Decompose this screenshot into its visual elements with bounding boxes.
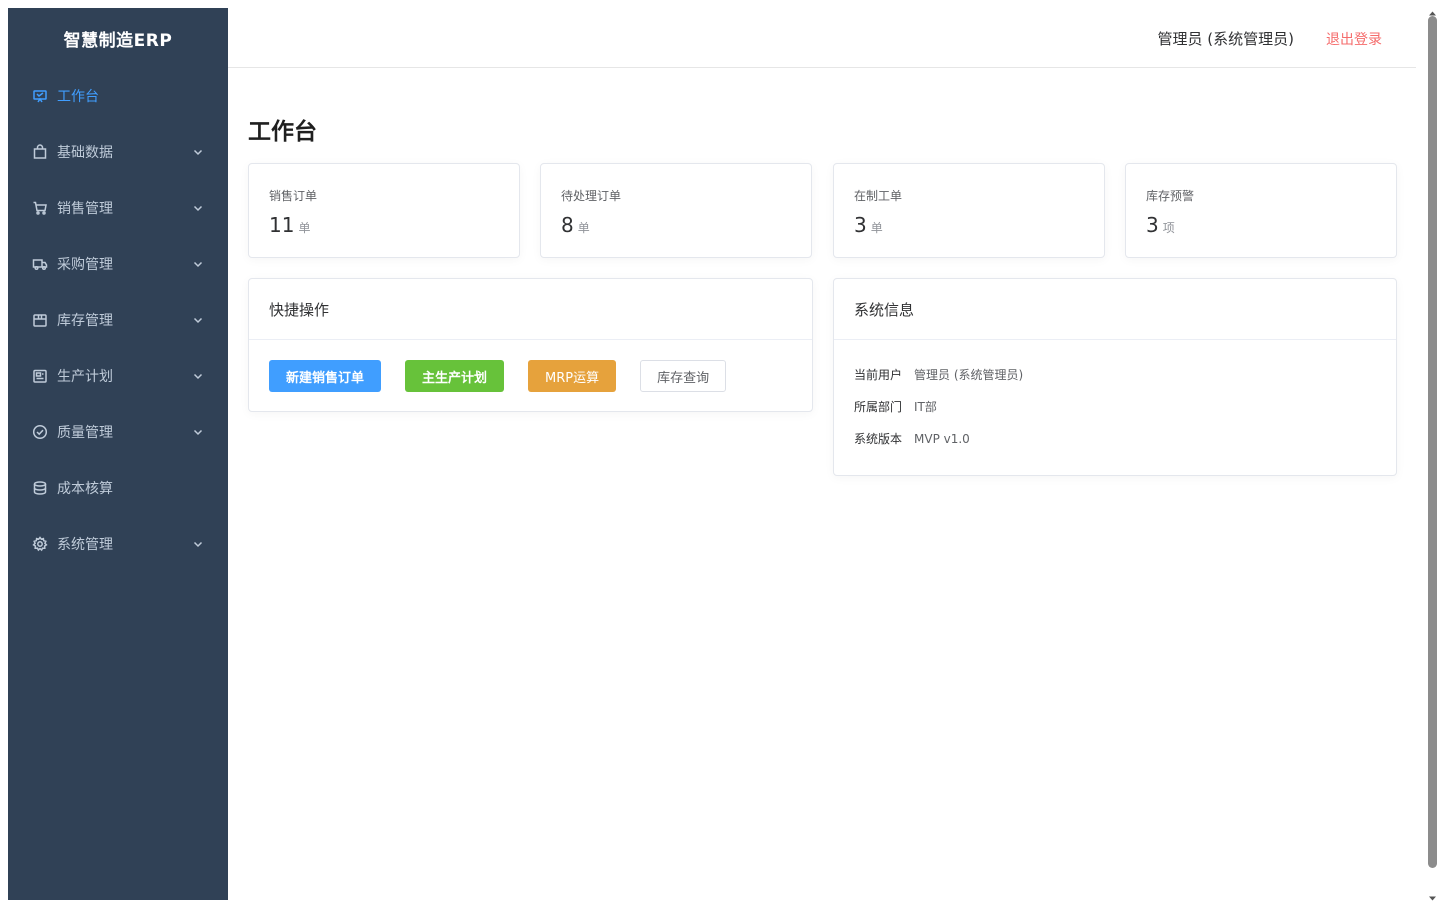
cart-icon xyxy=(32,200,48,216)
sidebar-item-base-data[interactable]: 基础数据 xyxy=(8,124,228,180)
info-key: 系统版本 xyxy=(854,432,903,446)
scroll-up-arrow-icon[interactable] xyxy=(1428,3,1437,16)
monitor-icon xyxy=(32,88,48,104)
stat-label: 在制工单 xyxy=(854,189,903,203)
scrollbar-thumb[interactable] xyxy=(1428,16,1437,868)
sidebar-item-cost[interactable]: 成本核算 xyxy=(8,460,228,516)
info-row-department: 所属部门 IT部 xyxy=(854,398,937,415)
current-user: 管理员 (系统管理员) xyxy=(1157,30,1294,48)
page-title: 工作台 xyxy=(248,119,317,145)
stat-unit: 单 xyxy=(298,221,311,235)
top-header: 管理员 (系统管理员) 退出登录 xyxy=(228,8,1416,68)
check-circle-icon xyxy=(32,424,48,440)
truck-icon xyxy=(32,256,48,272)
info-key: 当前用户 xyxy=(854,368,903,382)
chevron-down-icon xyxy=(192,370,204,382)
stat-card-sales-orders: 销售订单 11 单 xyxy=(248,163,520,258)
sidebar-item-dashboard[interactable]: 工作台 xyxy=(8,68,228,124)
sidebar-item-label: 成本核算 xyxy=(57,481,113,497)
sidebar-item-inventory[interactable]: 库存管理 xyxy=(8,292,228,348)
sidebar-item-label: 库存管理 xyxy=(57,313,113,329)
scroll-down-arrow-icon[interactable] xyxy=(1428,888,1437,901)
gear-icon xyxy=(32,536,48,552)
master-production-plan-button[interactable]: 主生产计划 xyxy=(405,360,505,392)
sidebar-item-label: 基础数据 xyxy=(57,145,113,161)
calendar-icon xyxy=(32,368,48,384)
sidebar-item-system[interactable]: 系统管理 xyxy=(8,516,228,572)
chevron-down-icon xyxy=(192,314,204,326)
info-row-version: 系统版本 MVP v1.0 xyxy=(854,430,970,447)
sidebar-item-label: 销售管理 xyxy=(57,201,113,217)
stat-label: 库存预警 xyxy=(1146,189,1195,203)
system-info-panel: 系统信息 当前用户 管理员 (系统管理员) 所属部门 IT部 系统版本 MVP v1.… xyxy=(833,278,1397,476)
stat-unit: 单 xyxy=(870,221,883,235)
sidebar: 智慧制造ERP 工作台 基础数据 销售管理 采购管理 库存管理 生产计划 质量管… xyxy=(8,8,228,900)
chevron-down-icon xyxy=(192,146,204,158)
stat-value: 3单 xyxy=(854,213,883,237)
chevron-down-icon xyxy=(192,202,204,214)
chevron-down-icon xyxy=(192,538,204,550)
stat-unit: 单 xyxy=(577,221,590,235)
sidebar-item-production[interactable]: 生产计划 xyxy=(8,348,228,404)
stat-value: 11 单 xyxy=(269,213,311,237)
sidebar-item-label: 生产计划 xyxy=(57,369,113,385)
stat-value: 8单 xyxy=(561,213,590,237)
logout-button[interactable]: 退出登录 xyxy=(1326,29,1382,49)
stat-label: 销售订单 xyxy=(269,189,318,203)
mrp-run-button[interactable]: MRP运算 xyxy=(528,360,617,392)
sidebar-item-quality[interactable]: 质量管理 xyxy=(8,404,228,460)
chevron-down-icon xyxy=(192,426,204,438)
sidebar-item-sales[interactable]: 销售管理 xyxy=(8,180,228,236)
quick-actions-panel: 快捷操作 新建销售订单 主生产计划 MRP运算 库存查询 xyxy=(248,278,813,412)
info-value: MVP v1.0 xyxy=(914,432,970,446)
inventory-query-button[interactable]: 库存查询 xyxy=(640,360,727,392)
sidebar-item-label: 工作台 xyxy=(57,89,99,105)
vertical-scrollbar[interactable] xyxy=(1425,0,1440,901)
panel-title: 快捷操作 xyxy=(249,279,812,340)
info-value: 管理员 (系统管理员) xyxy=(914,368,1024,382)
panel-title: 系统信息 xyxy=(834,279,1396,340)
stat-card-pending-orders: 待处理订单 8单 xyxy=(540,163,812,258)
stat-card-stock-alerts: 库存预警 3项 xyxy=(1125,163,1397,258)
chevron-down-icon xyxy=(192,258,204,270)
info-row-user: 当前用户 管理员 (系统管理员) xyxy=(854,366,1023,383)
sidebar-item-label: 系统管理 xyxy=(57,537,113,553)
info-key: 所属部门 xyxy=(854,400,903,414)
stat-value: 3项 xyxy=(1146,213,1175,237)
coin-icon xyxy=(32,480,48,496)
new-sales-order-button[interactable]: 新建销售订单 xyxy=(269,360,382,392)
info-value: IT部 xyxy=(914,400,937,414)
stat-label: 待处理订单 xyxy=(561,189,622,203)
bag-icon xyxy=(32,144,48,160)
sidebar-item-label: 采购管理 xyxy=(57,257,113,273)
sidebar-item-label: 质量管理 xyxy=(57,425,113,441)
app-logo: 智慧制造ERP xyxy=(63,30,173,51)
box-icon xyxy=(32,312,48,328)
stat-unit: 项 xyxy=(1162,221,1175,235)
stat-card-work-orders: 在制工单 3单 xyxy=(833,163,1105,258)
sidebar-item-purchase[interactable]: 采购管理 xyxy=(8,236,228,292)
